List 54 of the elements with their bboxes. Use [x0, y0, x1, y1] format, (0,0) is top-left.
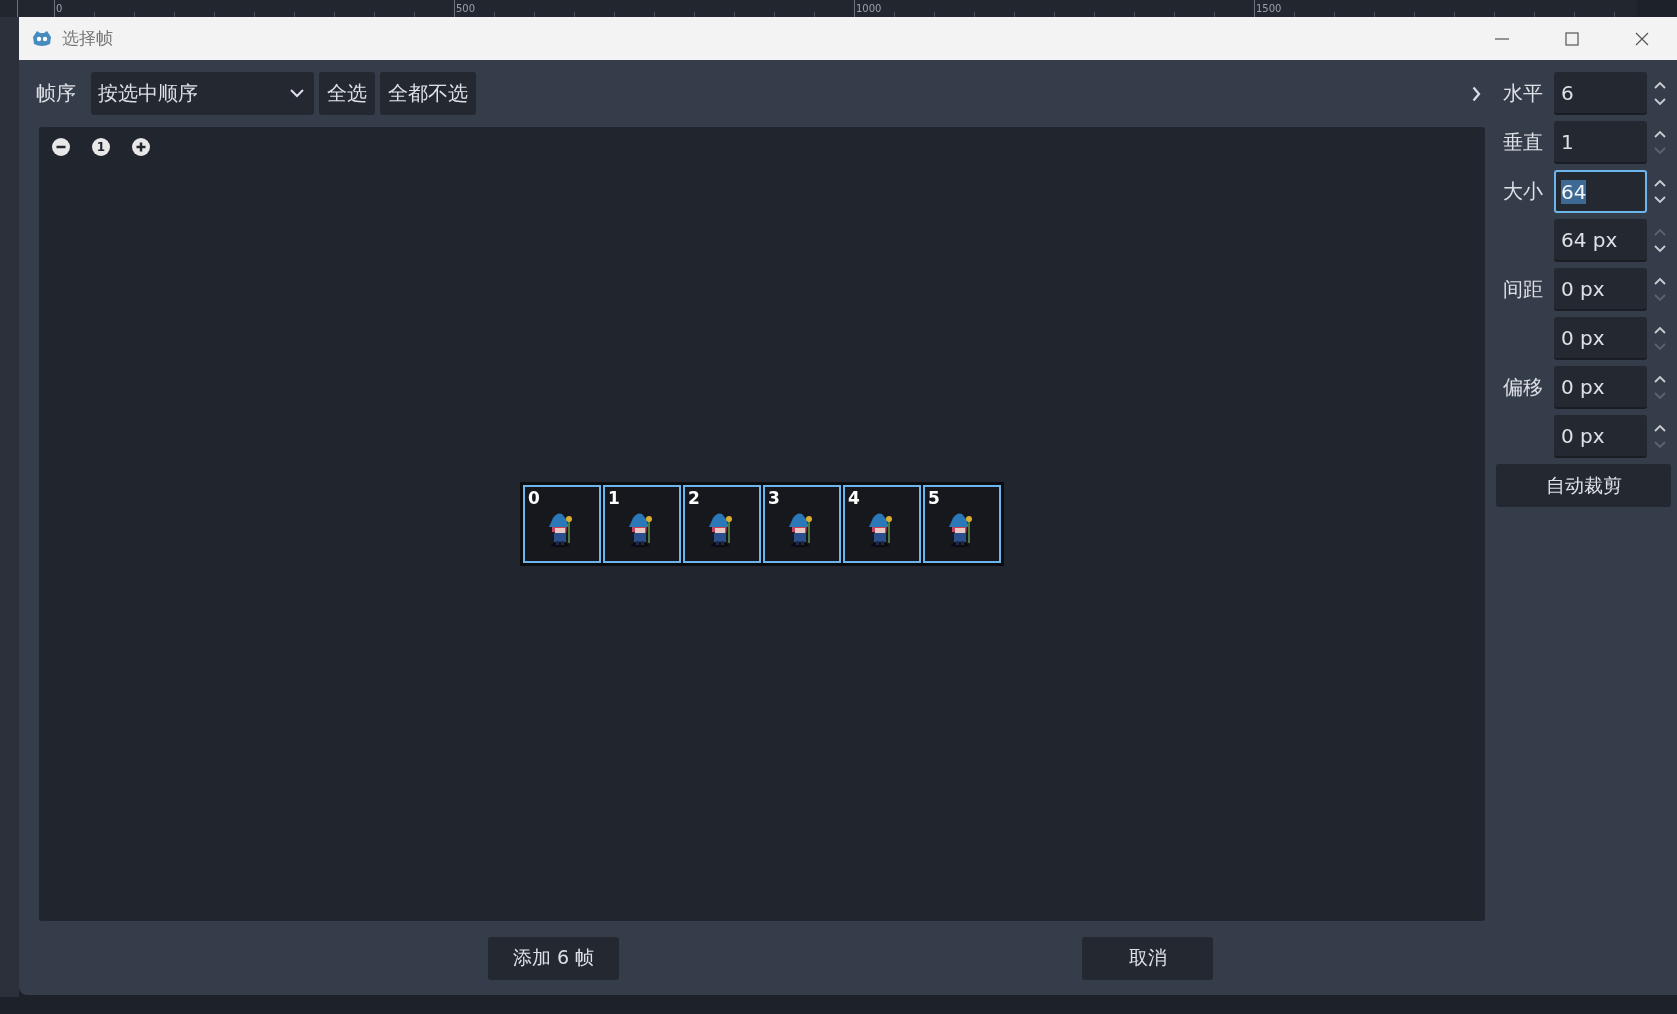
number-field[interactable]: 64	[1554, 170, 1647, 213]
number-field[interactable]: 0 px	[1554, 268, 1647, 311]
number-field[interactable]: 64 px	[1554, 219, 1647, 262]
setting-label: 偏移	[1503, 375, 1543, 399]
toolbar-button[interactable]: 全选	[319, 72, 375, 115]
field-value: 6	[1561, 80, 1574, 105]
auto-crop-button[interactable]: 自动裁剪	[1496, 464, 1671, 507]
field-value: 1	[1561, 129, 1574, 154]
frame-number: 3	[768, 488, 780, 508]
number-field[interactable]: 0 px	[1554, 415, 1647, 458]
frame-number: 4	[848, 488, 860, 508]
minimize-icon	[1494, 37, 1510, 40]
frame-order-label: 帧序	[36, 80, 76, 107]
add-frames-button[interactable]: 添加 6 帧	[488, 936, 619, 980]
frame-tile[interactable]: 2	[683, 485, 761, 563]
ruler-label: 1500	[1256, 3, 1282, 15]
maximize-icon	[1564, 30, 1580, 47]
ruler-label: 0	[56, 3, 63, 15]
setting-label: 水平	[1503, 81, 1543, 105]
frame-tile[interactable]: 4	[843, 485, 921, 563]
field-value: 0 px	[1561, 325, 1605, 350]
frame-number: 0	[528, 488, 540, 508]
setting-label: 大小	[1503, 179, 1543, 203]
frame-order-dropdown[interactable]: 按选中顺序	[91, 72, 314, 115]
number-field[interactable]: 6	[1554, 72, 1647, 115]
zoom-reset-button[interactable]: 1	[92, 138, 110, 156]
frame-tile[interactable]: 0	[523, 485, 601, 563]
close-icon	[1634, 30, 1650, 47]
frame-tile[interactable]: 3	[763, 485, 841, 563]
setting-label: 间距	[1503, 277, 1543, 301]
ruler-label: 1000	[856, 3, 882, 15]
zoom-in-button[interactable]	[132, 138, 150, 156]
number-field[interactable]: 0 px	[1554, 317, 1647, 360]
frame-tile[interactable]: 1	[603, 485, 681, 563]
frame-number: 5	[928, 488, 940, 508]
zoom-out-button[interactable]	[52, 138, 70, 156]
number-field[interactable]: 0 px	[1554, 366, 1647, 409]
frame-number: 2	[688, 488, 700, 508]
field-value: 0 px	[1561, 276, 1605, 301]
cancel-button[interactable]: 取消	[1082, 936, 1213, 980]
field-value: 64 px	[1561, 227, 1618, 252]
setting-label: 垂直	[1503, 130, 1543, 154]
window-title: 选择帧	[62, 27, 113, 50]
number-field[interactable]: 1	[1554, 121, 1647, 164]
robot-icon	[32, 29, 52, 48]
field-value: 0 px	[1561, 374, 1605, 399]
ruler-label: 500	[456, 3, 476, 15]
frame-number: 1	[608, 488, 620, 508]
toolbar-button[interactable]: 全都不选	[380, 72, 476, 115]
field-value: 64	[1561, 179, 1587, 204]
field-value: 0 px	[1561, 423, 1605, 448]
chevron-icon	[1472, 85, 1481, 102]
caret-icon	[290, 89, 304, 98]
frame-tile[interactable]: 5	[923, 485, 1001, 563]
